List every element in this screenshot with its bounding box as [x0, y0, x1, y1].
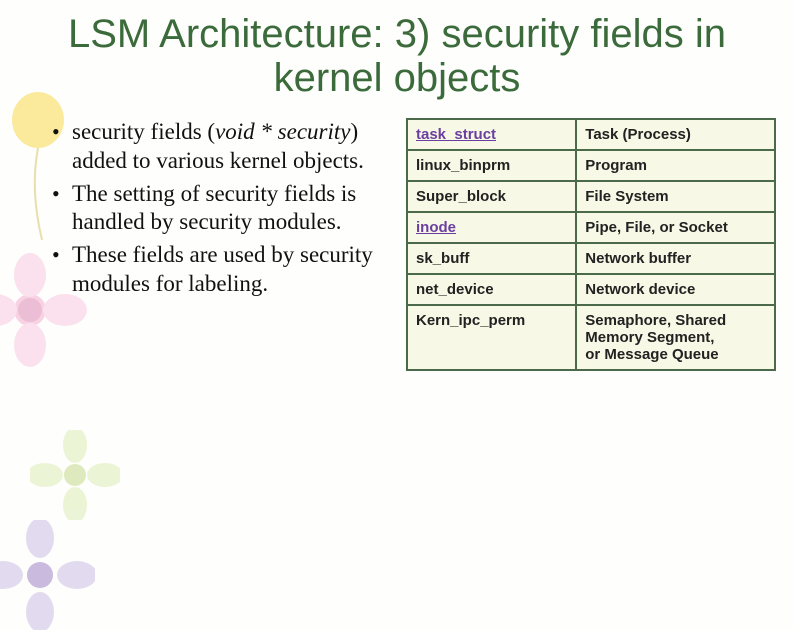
table-row: Kern_ipc_permSemaphore, Shared Memory Se… [407, 305, 775, 370]
table-cell-desc: Task (Process) [576, 119, 775, 150]
bullet-item: security fields (void * security) added … [52, 118, 384, 176]
bullet-text: security fields ( [72, 119, 215, 144]
table-row: Super_blockFile System [407, 181, 775, 212]
table-cell-object: Super_block [407, 181, 576, 212]
bullet-text: The setting of security fields is handle… [72, 181, 356, 235]
bullet-italic: void * security [215, 119, 350, 144]
table-cell-object: sk_buff [407, 243, 576, 274]
object-link[interactable]: task_struct [416, 126, 496, 143]
table-cell-object: Kern_ipc_perm [407, 305, 576, 370]
table-cell-object: task_struct [407, 119, 576, 150]
table-row: linux_binprmProgram [407, 150, 775, 181]
fields-table: task_struct Task (Process)linux_binprmPro… [406, 118, 776, 371]
bullet-text: These fields are used by security module… [72, 242, 373, 296]
table-cell-desc: File System [576, 181, 775, 212]
table-cell-desc: Semaphore, Shared Memory Segment, or Mes… [576, 305, 775, 370]
slide-title: LSM Architecture: 3) security fields in … [0, 0, 794, 108]
table-cell-object: linux_binprm [407, 150, 576, 181]
table-row: net_deviceNetwork device [407, 274, 775, 305]
object-link[interactable]: inode [416, 219, 456, 236]
bullet-list: security fields (void * security) added … [52, 118, 384, 371]
table-row: sk_buffNetwork buffer [407, 243, 775, 274]
table-row: inode Pipe, File, or Socket [407, 212, 775, 243]
table-cell-object: inode [407, 212, 576, 243]
fields-table-wrap: task_struct Task (Process)linux_binprmPro… [406, 118, 776, 371]
table-row: task_struct Task (Process) [407, 119, 775, 150]
flower-decoration [30, 430, 120, 520]
bullet-item: These fields are used by security module… [52, 241, 384, 299]
table-cell-desc: Program [576, 150, 775, 181]
slide-body: security fields (void * security) added … [0, 108, 794, 371]
table-cell-desc: Network device [576, 274, 775, 305]
bullet-item: The setting of security fields is handle… [52, 180, 384, 238]
table-cell-desc: Pipe, File, or Socket [576, 212, 775, 243]
flower-decoration [0, 520, 95, 630]
table-cell-object: net_device [407, 274, 576, 305]
table-cell-desc: Network buffer [576, 243, 775, 274]
